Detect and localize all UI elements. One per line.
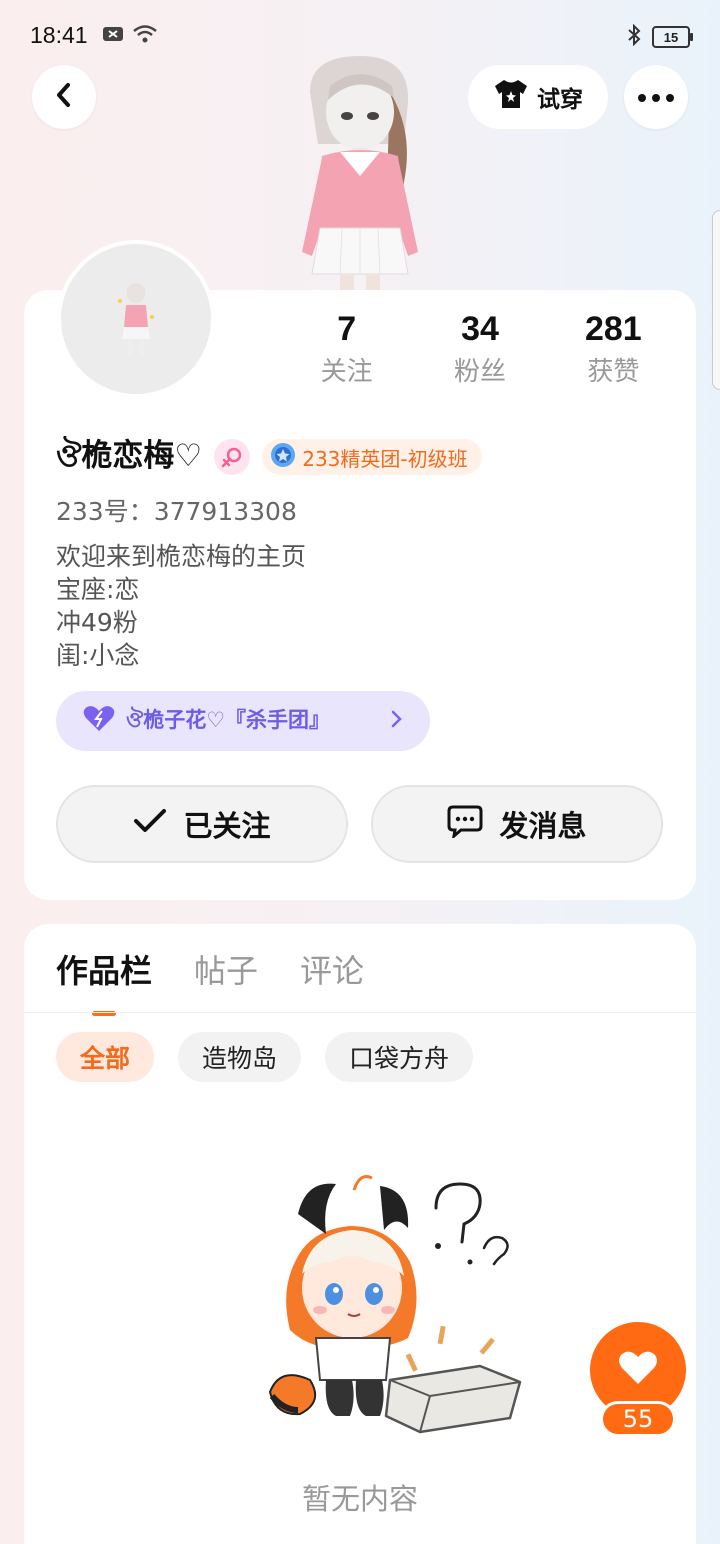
content-card: 作品栏 帖子 评论 全部 造物岛 口袋方舟 暂无内容: [24, 924, 696, 1544]
group-link[interactable]: ঔ桅子花♡『杀手团』: [56, 691, 430, 751]
tab-comments[interactable]: 评论: [300, 946, 364, 1012]
user-id: 233号：377913308: [56, 497, 297, 526]
stat-likes-count: 281: [584, 310, 642, 348]
level-badge[interactable]: 233精英团-初级班: [262, 439, 482, 475]
chevron-left-icon: [52, 81, 76, 113]
bio-line: 闺:小念: [56, 641, 140, 670]
status-time: 18:41: [30, 22, 88, 48]
empty-state-text: 暂无内容: [301, 1482, 418, 1516]
tab-divider: [24, 1012, 696, 1013]
bio: 欢迎来到桅恋梅的主页 宝座:恋 冲49粉 闺:小念: [56, 540, 306, 672]
notification-icon: [102, 25, 124, 47]
stat-followers[interactable]: 34 粉丝: [413, 306, 546, 392]
heart-icon: [618, 1350, 658, 1390]
filter-pocket-ark[interactable]: 口袋方舟: [325, 1032, 474, 1082]
name-row: ঔ桅恋梅♡ 233精英团-初级班: [56, 430, 482, 484]
following-button-label: 已关注: [183, 809, 271, 843]
shirt-icon: [493, 78, 529, 116]
stat-followers-count: 34: [461, 310, 499, 348]
bio-line: 宝座:恋: [56, 575, 140, 604]
stat-following[interactable]: 7 关注: [280, 306, 413, 392]
like-count: 55: [600, 1401, 676, 1437]
more-button[interactable]: [624, 65, 688, 129]
bio-line: 冲49粉: [56, 608, 138, 637]
content-tabs: 作品栏 帖子 评论: [56, 946, 364, 1012]
stat-following-label: 关注: [320, 357, 373, 387]
back-button[interactable]: [32, 65, 96, 129]
bio-line: 欢迎来到桅恋梅的主页: [56, 542, 307, 571]
send-message-label: 发消息: [499, 809, 587, 843]
stat-followers-label: 粉丝: [453, 357, 506, 387]
heart-icon: [82, 705, 116, 738]
elite-badge-icon: [270, 442, 296, 473]
checkmark-icon: [133, 807, 167, 841]
send-message-button[interactable]: 发消息: [371, 785, 663, 863]
profile-stats: 7 关注 34 粉丝 281 获赞: [280, 306, 680, 392]
female-icon: [214, 439, 251, 475]
avatar-3d-figure[interactable]: [280, 52, 440, 290]
filter-creation-island[interactable]: 造物岛: [178, 1032, 302, 1082]
try-on-button[interactable]: 试穿: [468, 65, 608, 129]
tab-posts[interactable]: 帖子: [194, 946, 258, 1012]
chat-bubble-icon: [447, 804, 483, 845]
empty-state-illustration: [240, 1170, 530, 1450]
stat-following-count: 7: [337, 310, 357, 348]
stat-likes[interactable]: 281 获赞: [547, 306, 680, 392]
filter-chips: 全部 造物岛 口袋方舟: [56, 1032, 474, 1082]
level-badge-label: 233精英团-初级班: [302, 446, 468, 471]
username: ঔ桅恋梅♡: [56, 438, 203, 474]
following-button[interactable]: 已关注: [56, 785, 348, 863]
tab-works[interactable]: 作品栏: [56, 946, 152, 1012]
stat-likes-label: 获赞: [587, 357, 640, 387]
try-on-label: 试穿: [537, 87, 583, 113]
group-name: ঔ桅子花♡『杀手团』: [126, 707, 331, 732]
wifi-icon: [132, 24, 158, 48]
side-drawer-handle[interactable]: [712, 210, 720, 390]
bluetooth-icon: [626, 23, 642, 50]
more-dots-icon: [637, 88, 675, 107]
battery-indicator: 15: [652, 26, 693, 48]
filter-all[interactable]: 全部: [56, 1032, 155, 1082]
avatar[interactable]: [57, 240, 215, 398]
chevron-right-icon: [390, 709, 404, 734]
